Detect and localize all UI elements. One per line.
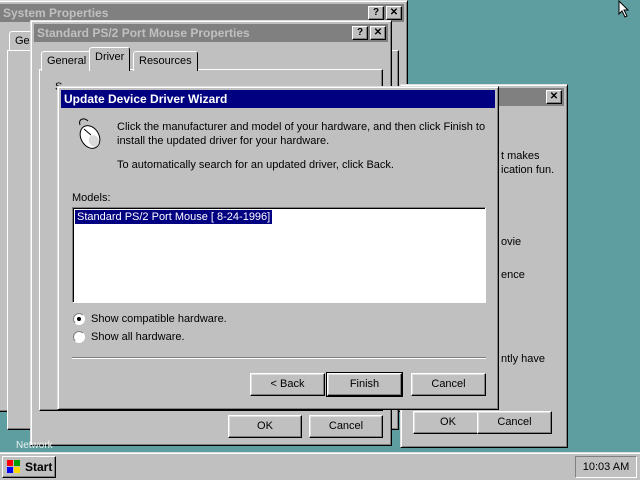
tab-resources[interactable]: Resources	[133, 51, 198, 71]
clock: 10:03 AM	[582, 461, 630, 473]
mouse-icon	[79, 118, 101, 149]
start-label: Start	[25, 460, 53, 474]
update-driver-wizard: Update Device Driver Wizard Click the ma…	[57, 86, 499, 410]
divider	[72, 357, 486, 359]
cursor-icon	[618, 0, 630, 18]
cancel-button[interactable]: Cancel	[411, 373, 486, 396]
cancel-button[interactable]: Cancel	[309, 415, 383, 438]
radio-show-compatible[interactable]	[73, 313, 85, 325]
ok-button[interactable]: OK	[228, 415, 302, 438]
bg-text-4: ence	[501, 269, 525, 281]
radio-show-all[interactable]	[73, 331, 85, 343]
close-button[interactable]: ✕	[370, 26, 386, 40]
bg-text-1: t makes	[501, 150, 540, 162]
bg-text-3: ovie	[501, 236, 522, 248]
start-button[interactable]: Start	[2, 456, 56, 478]
models-label: Models:	[72, 192, 111, 204]
help-button[interactable]: ?	[368, 6, 384, 20]
finish-button[interactable]: Finish	[326, 372, 403, 397]
cancel-button[interactable]: Cancel	[477, 411, 552, 434]
wizard-instruction: Click the manufacturer and model of your…	[117, 121, 486, 147]
close-button[interactable]: ✕	[386, 6, 402, 20]
close-button[interactable]: ✕	[546, 90, 562, 104]
system-tray-clock[interactable]: 10:03 AM	[575, 456, 637, 478]
back-button[interactable]: < Back	[250, 373, 325, 396]
wizard-auto-search-text: To automatically search for an updated d…	[117, 159, 394, 171]
windows-logo-icon	[7, 460, 20, 473]
bg-text-2: ication fun.	[501, 164, 555, 176]
ok-button[interactable]: OK	[413, 411, 483, 434]
mouse-properties-title: Standard PS/2 Port Mouse Properties	[37, 26, 250, 40]
bg-text-5: ntly have	[501, 353, 546, 365]
wizard-titlebar[interactable]: Update Device Driver Wizard	[61, 90, 495, 108]
system-properties-title: System Properties	[3, 6, 109, 20]
wizard-title: Update Device Driver Wizard	[64, 92, 228, 106]
mouse-properties-titlebar[interactable]: Standard PS/2 Port Mouse Properties ? ✕	[34, 24, 388, 42]
radio-show-compatible-label[interactable]: Show compatible hardware.	[91, 313, 227, 325]
models-list[interactable]: Standard PS/2 Port Mouse [ 8-24-1996]	[72, 207, 486, 303]
taskbar: Start 10:03 AM	[0, 452, 640, 480]
list-item[interactable]: Standard PS/2 Port Mouse [ 8-24-1996]	[73, 209, 274, 225]
radio-show-all-label[interactable]: Show all hardware.	[91, 331, 185, 343]
tab-general[interactable]: General	[41, 51, 93, 71]
network-partial-label: Network	[16, 440, 53, 451]
help-button[interactable]: ?	[352, 26, 368, 40]
tab-driver[interactable]: Driver	[89, 47, 131, 71]
